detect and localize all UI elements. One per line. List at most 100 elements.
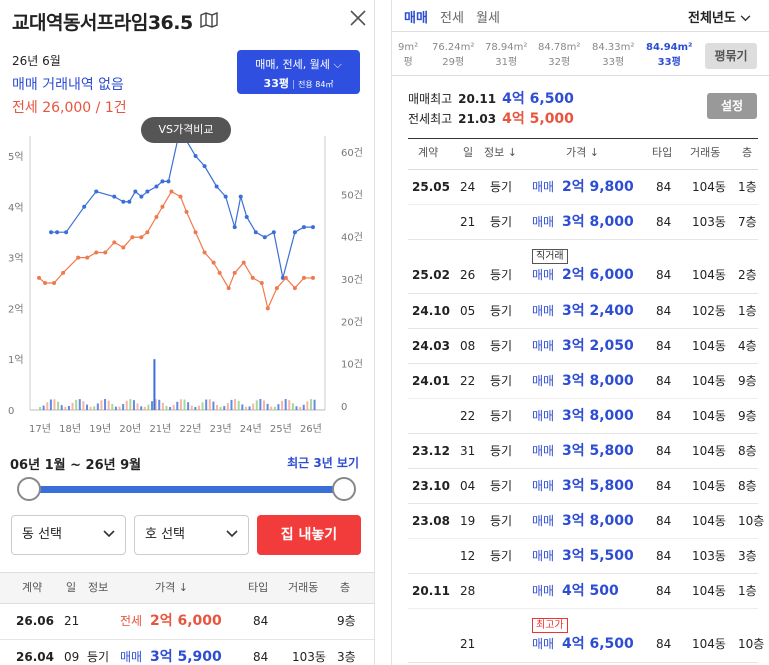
group-pyeong-button[interactable]: 평묶기: [705, 43, 757, 69]
deal-kind: 매매: [532, 304, 555, 318]
contract-day: 31: [460, 444, 476, 458]
volume-bar: [306, 401, 309, 410]
area-option[interactable]: 76.24m² 29평: [432, 40, 474, 70]
area-option[interactable]: 9m² 평: [398, 40, 418, 70]
price-point: [217, 270, 222, 275]
tab-sale[interactable]: 매매: [404, 7, 428, 26]
table-row[interactable]: 24.01 22 등기 매매 3억 8,000 84 104동 9층: [408, 364, 758, 399]
deal-price: 3억 8,000: [562, 513, 634, 529]
volume-bar: [197, 405, 200, 410]
price-point: [43, 281, 48, 285]
area-option[interactable]: 84.33m² 33평: [592, 40, 634, 70]
ho-select-label: 호 선택: [145, 527, 186, 542]
tab-lease[interactable]: 전세: [440, 7, 464, 26]
recent-3-years-button[interactable]: 최근 3년 보기: [287, 454, 359, 471]
price-point: [130, 235, 135, 240]
price-point: [166, 179, 171, 184]
y-right-tick-label: 0: [341, 402, 347, 413]
deal-kind: 매매: [532, 549, 555, 563]
unit-type: 84: [656, 549, 672, 563]
header-day: 일: [66, 581, 77, 594]
table-row[interactable]: 26.04 09 등기 매매 3억 5,900 84 103동 3층: [0, 640, 374, 665]
volume-bar: [244, 406, 247, 410]
table-row[interactable]: 21 매매 4억 6,500 84 104동 10층 최고가: [408, 609, 764, 663]
header-info[interactable]: 정보 ↓: [484, 139, 517, 167]
volume-bar: [125, 400, 128, 410]
table-row[interactable]: 20.11 28 매매 4억 500 84 104동 1층: [408, 574, 758, 609]
price-point: [301, 225, 306, 230]
table-row[interactable]: 26.06 21 전세 2억 6,000 84 9층: [0, 604, 374, 640]
volume-bar: [252, 403, 255, 410]
volume-bar: [313, 399, 316, 410]
unit-type: 84: [656, 637, 672, 651]
contract-month: 24.03: [412, 339, 450, 353]
table-row[interactable]: 12 등기 매매 3억 5,500 84 103동 3층: [408, 539, 758, 574]
floor: 8층: [738, 444, 757, 458]
header-type: 타입: [652, 146, 673, 159]
unit-type: 84: [656, 409, 672, 423]
list-property-button[interactable]: 집 내놓기: [257, 515, 361, 555]
deal-info: 등기: [490, 180, 513, 194]
header-price[interactable]: 가격 ↓: [566, 139, 599, 167]
volume-bar: [309, 399, 312, 410]
price-point: [262, 235, 267, 240]
area-option-selected[interactable]: 84.94m² 33평: [646, 40, 692, 70]
volume-bar: [42, 405, 45, 410]
table-row[interactable]: 23.10 04 등기 매매 3억 5,800 84 104동 8층: [408, 469, 758, 504]
price-point: [64, 230, 69, 235]
tab-monthly[interactable]: 월세: [476, 7, 500, 26]
table-row[interactable]: 23.12 31 등기 매매 3억 5,800 84 104동 8층: [408, 434, 758, 469]
area-option[interactable]: 84.78m² 32평: [538, 40, 580, 70]
deal-price: 3억 2,400: [562, 303, 634, 319]
volume-bar: [140, 406, 143, 410]
map-icon[interactable]: [200, 12, 218, 28]
volume-bar: [194, 406, 197, 410]
dong-select[interactable]: 동 선택: [11, 515, 126, 555]
volume-bar: [82, 401, 85, 410]
deal-info: 등기: [490, 215, 513, 229]
floor: 8층: [738, 479, 757, 493]
deal-tabs: 매매 전세 월세 전체년도: [392, 0, 769, 32]
deal-type-filter-button[interactable]: 매매, 전세, 월세 ⌵ 33평 전용 84㎡: [237, 50, 360, 94]
complex-title: 교대역동서프라임36.5: [12, 12, 193, 34]
year-filter[interactable]: 전체년도: [688, 7, 751, 26]
header-info: 정보: [88, 581, 109, 594]
y-tick-label: 4억: [8, 202, 24, 214]
contract-day: 09: [64, 650, 80, 664]
volume-bar: [104, 399, 107, 410]
header-price[interactable]: 가격 ↓: [155, 573, 188, 603]
price-point: [292, 230, 297, 235]
volume-bar: [64, 406, 67, 410]
deal-price: 3억 8,000: [562, 373, 634, 389]
vs-compare-button[interactable]: VS가격비교: [141, 117, 231, 143]
table-row[interactable]: 24.10 05 등기 매매 3억 2,400 84 102동 1층: [408, 294, 758, 329]
settings-button[interactable]: 설정: [707, 93, 757, 119]
table-row[interactable]: 21 등기 매매 3억 8,000 84 103동 7층: [408, 205, 758, 240]
table-row[interactable]: 25.02 26 등기 매매 2억 6,000 84 104동 2층 직거래: [408, 240, 758, 294]
volume-bar: [277, 404, 280, 410]
floor: 10층: [738, 514, 765, 528]
close-icon[interactable]: [348, 8, 368, 28]
table-row[interactable]: 25.05 24 등기 매매 2억 9,800 84 104동 1층: [408, 170, 758, 205]
table-row[interactable]: 24.03 08 등기 매매 3억 2,050 84 104동 4층: [408, 329, 758, 364]
ho-select[interactable]: 호 선택: [134, 515, 249, 555]
deal-dong: 103동: [292, 650, 326, 664]
price-point: [292, 286, 297, 291]
contract-day: 04: [460, 479, 476, 493]
volume-bar: [78, 399, 81, 410]
volume-bar: [132, 400, 135, 410]
period-slider-track[interactable]: [28, 486, 344, 493]
table-row[interactable]: 23.08 19 등기 매매 3억 8,000 84 104동 10층: [408, 504, 764, 539]
contract-month: 23.08: [412, 514, 450, 528]
area-option[interactable]: 78.94m² 31평: [485, 40, 527, 70]
slider-end-handle[interactable]: [332, 477, 356, 501]
contract-month: 24.01: [412, 374, 450, 388]
price-point: [250, 275, 255, 280]
y-right-tick-label: 50건: [341, 189, 363, 201]
price-point: [202, 250, 207, 255]
contract-day: 28: [460, 584, 476, 598]
price-point: [139, 235, 144, 240]
contract-day: 21: [460, 637, 476, 651]
slider-start-handle[interactable]: [17, 477, 41, 501]
table-row[interactable]: 22 등기 매매 3억 8,000 84 104동 9층: [408, 399, 758, 434]
